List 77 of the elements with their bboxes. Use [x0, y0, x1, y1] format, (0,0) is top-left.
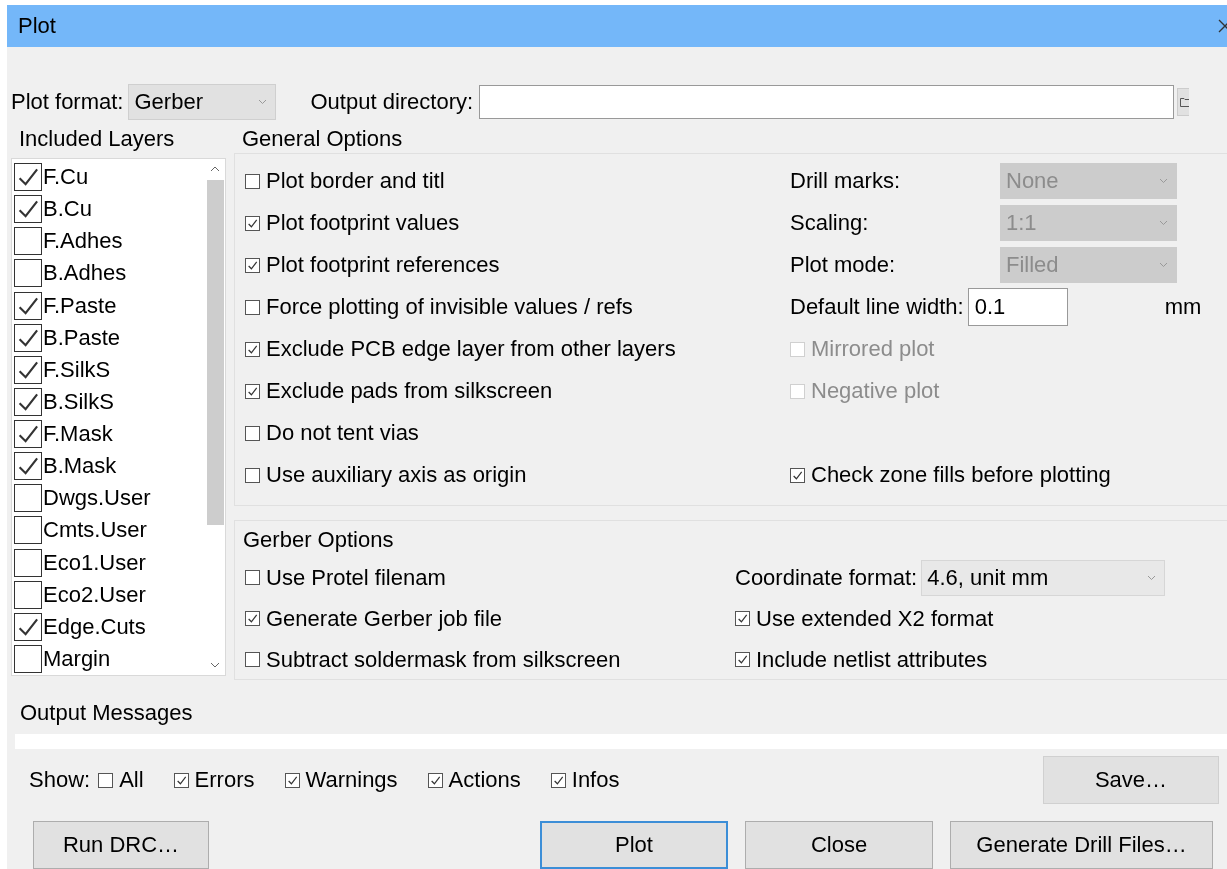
unit-label: mm: [1164, 294, 1202, 321]
layer-item[interactable]: F.SilkS: [14, 353, 205, 386]
checkbox[interactable]: Use extended X2 format: [735, 605, 994, 632]
field-label: Plot format:: [11, 89, 124, 115]
window-title: Plot: [18, 13, 56, 39]
check-icon: [247, 385, 258, 397]
checkbox[interactable]: Check zone fills before plotting: [790, 462, 1111, 489]
check-icon: [175, 774, 187, 786]
input-field[interactable]: [479, 85, 1175, 119]
check-icon: [247, 217, 258, 229]
layer-item[interactable]: Eco2.User: [14, 578, 205, 611]
field-label: Output directory:: [310, 89, 474, 115]
layer-item[interactable]: B.Adhes: [14, 257, 205, 290]
caret-icon: [1159, 262, 1168, 269]
checkbox[interactable]: Use auxiliary axis as origin: [245, 462, 527, 489]
setting-label: Coordinate format:: [735, 564, 918, 591]
check-icon: [429, 774, 441, 786]
layer-item[interactable]: Eco1.User: [14, 546, 205, 579]
section-title: Output Messages: [20, 700, 193, 725]
checkbox[interactable]: Force plotting of invisible values / refs: [245, 294, 633, 321]
dialog-button[interactable]: Close: [745, 821, 933, 869]
checkbox[interactable]: Plot footprint references: [245, 252, 500, 279]
folder-icon: [1180, 97, 1190, 107]
setting-label: Plot mode:: [790, 252, 897, 279]
layer-item[interactable]: F.Mask: [14, 418, 205, 451]
checkbox[interactable]: Do not tent vias: [245, 420, 419, 447]
check-icon: [792, 469, 803, 481]
checkbox[interactable]: Errors: [173, 767, 255, 793]
checkbox[interactable]: Actions: [427, 767, 521, 793]
show-label: Show:: [29, 767, 91, 793]
group-title: General Options: [242, 125, 403, 152]
checkbox[interactable]: All: [98, 767, 144, 793]
setting-label: Drill marks:: [790, 168, 901, 195]
layer-item[interactable]: Edge.Cuts: [14, 610, 205, 643]
check-icon: [286, 774, 298, 786]
layer-item[interactable]: F.Adhes: [14, 225, 205, 258]
group-title: Gerber Options: [243, 527, 394, 553]
checkbox[interactable]: Include netlist attributes: [735, 646, 988, 673]
dropdown[interactable]: 4.6, unit mm: [921, 559, 1165, 596]
checkbox[interactable]: Subtract soldermask from silkscreen: [245, 646, 621, 673]
checkbox[interactable]: Use Protel filenam: [245, 564, 446, 591]
caret-icon: [258, 99, 268, 105]
check-icon: [737, 654, 748, 665]
dialog-button[interactable]: Run DRC…: [33, 821, 209, 869]
layer-item[interactable]: B.Cu: [14, 193, 205, 226]
checkbox[interactable]: Infos: [550, 767, 620, 793]
save-button[interactable]: Save…: [1043, 756, 1219, 804]
setting-label: Scaling:: [790, 210, 870, 237]
caret-icon: [1159, 178, 1168, 185]
checkbox[interactable]: Generate Gerber job file: [245, 605, 503, 632]
layer-item[interactable]: B.SilkS: [14, 385, 205, 418]
check-icon: [552, 774, 564, 786]
checkbox[interactable]: Exclude pads from silkscreen: [245, 378, 553, 405]
layer-item[interactable]: Cmts.User: [14, 514, 205, 547]
setting-label: Default line width:: [790, 294, 964, 321]
dialog-button[interactable]: Plot: [540, 821, 728, 869]
check-icon: [247, 259, 258, 271]
checkbox[interactable]: Plot border and titl: [245, 168, 445, 195]
browse-button[interactable]: [1177, 88, 1190, 116]
group-title: Included Layers: [19, 126, 175, 152]
layer-item[interactable]: B.Paste: [14, 321, 205, 354]
layer-item[interactable]: Dwgs.User: [14, 482, 205, 515]
check-icon: [737, 613, 748, 624]
checkbox[interactable]: Plot footprint values: [245, 210, 460, 237]
checkbox[interactable]: Exclude PCB edge layer from other layers: [245, 336, 676, 363]
input-field[interactable]: 0.1: [967, 288, 1068, 327]
check-icon: [247, 613, 258, 624]
dialog-button[interactable]: Generate Drill Files…: [950, 821, 1213, 869]
layer-item[interactable]: Margin: [14, 642, 205, 675]
check-icon: [247, 343, 258, 355]
layer-item[interactable]: F.Paste: [14, 289, 205, 322]
dropdown[interactable]: Gerber: [128, 84, 277, 120]
checkbox[interactable]: Warnings: [284, 767, 398, 793]
caret-icon: [1159, 220, 1168, 227]
layer-item[interactable]: B.Mask: [14, 450, 205, 483]
layer-item[interactable]: F.Cu: [14, 161, 205, 194]
caret-icon: [1147, 574, 1156, 581]
